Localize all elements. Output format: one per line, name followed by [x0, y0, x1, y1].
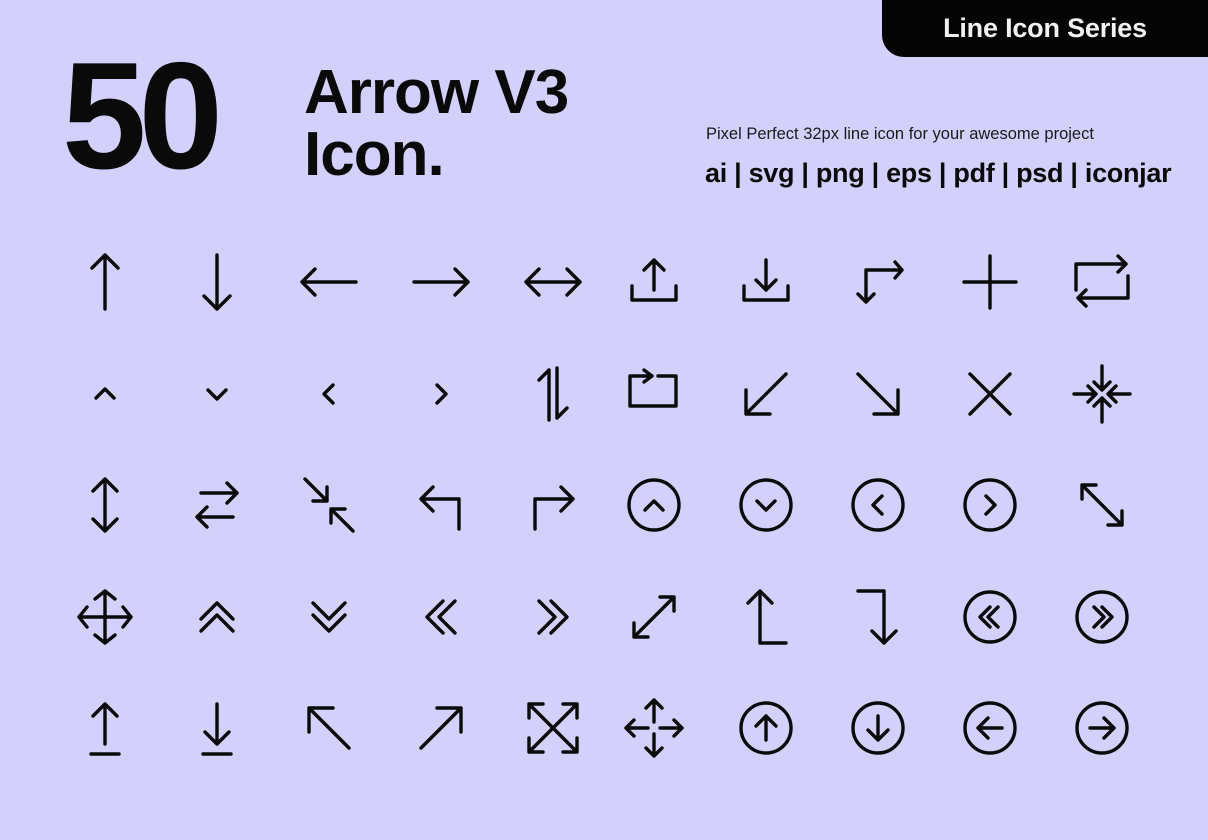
circle-chevron-right-icon	[958, 473, 1022, 537]
double-chevron-down-icon	[297, 585, 361, 649]
arrow-left-right-icon	[521, 250, 585, 314]
arrow-down-left-icon	[734, 362, 798, 426]
arrow-left-icon	[297, 250, 361, 314]
arrow-right-icon	[409, 250, 473, 314]
arrow-return-left-icon	[409, 473, 473, 537]
arrow-up-down-icon	[73, 473, 137, 537]
circle-chevron-up-icon	[622, 473, 686, 537]
minimize-diagonal-icon	[297, 473, 361, 537]
arrows-exchange-icon	[185, 473, 249, 537]
double-chevron-up-icon	[185, 585, 249, 649]
arrow-up-left-icon	[297, 696, 361, 760]
expand-diagonal-ne-sw-icon	[622, 585, 686, 649]
move-arrows-icon	[622, 696, 686, 760]
arrow-up-to-line-icon	[73, 696, 137, 760]
corner-arrows-icon	[846, 250, 910, 314]
chevron-right-icon	[409, 362, 473, 426]
circle-arrow-up-icon	[734, 696, 798, 760]
arrow-return-right-icon	[521, 473, 585, 537]
collapse-all-icon	[1070, 362, 1134, 426]
arrow-up-icon	[73, 250, 137, 314]
chevron-left-icon	[297, 362, 361, 426]
upload-icon	[622, 250, 686, 314]
circle-arrow-right-icon	[1070, 696, 1134, 760]
double-chevron-left-icon	[409, 585, 473, 649]
icon-grid	[0, 0, 1208, 840]
chevron-up-icon	[73, 362, 137, 426]
arrow-down-to-line-icon	[185, 696, 249, 760]
chevron-down-icon	[185, 362, 249, 426]
circle-chevron-down-icon	[734, 473, 798, 537]
fullscreen-box-icon	[521, 696, 585, 760]
repeat-icon	[1070, 250, 1134, 314]
circle-arrow-left-icon	[958, 696, 1022, 760]
arrow-corner-up-icon	[734, 585, 798, 649]
circle-arrow-down-icon	[846, 696, 910, 760]
arrows-up-down-swap-icon	[521, 362, 585, 426]
download-icon	[734, 250, 798, 314]
expand-diagonal-nw-se-icon	[1070, 473, 1134, 537]
arrow-up-right-icon	[409, 696, 473, 760]
double-chevron-right-icon	[521, 585, 585, 649]
circle-double-chevron-right-icon	[1070, 585, 1134, 649]
circle-double-chevron-left-icon	[958, 585, 1022, 649]
move-diamond-icon	[73, 585, 137, 649]
share-box-icon	[622, 362, 686, 426]
close-x-icon	[958, 362, 1022, 426]
arrow-corner-down-icon	[846, 585, 910, 649]
circle-chevron-left-icon	[846, 473, 910, 537]
plus-icon	[958, 250, 1022, 314]
arrow-down-icon	[185, 250, 249, 314]
arrow-down-right-icon	[846, 362, 910, 426]
